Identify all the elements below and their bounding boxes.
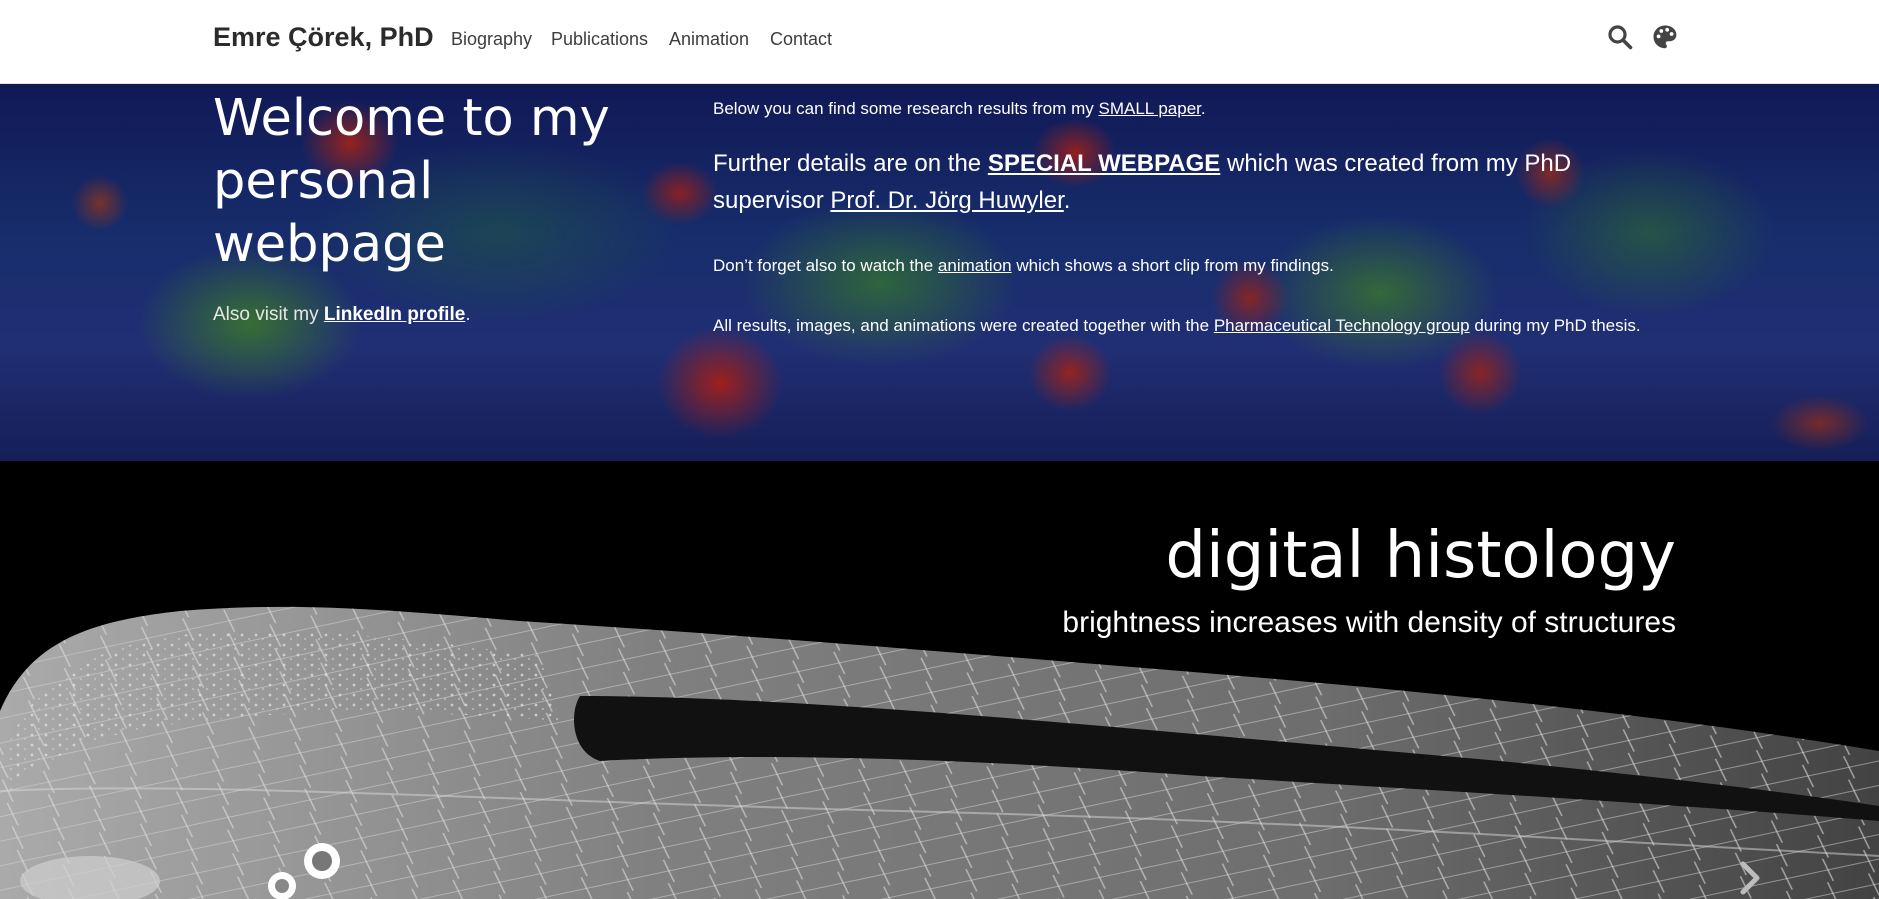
search-icon[interactable] <box>1607 24 1633 50</box>
brand-link[interactable]: Emre Çörek, PhD <box>213 22 434 53</box>
supervisor-link[interactable]: Prof. Dr. Jörg Huwyler <box>830 187 1063 214</box>
p1-prefix: Below you can find some research results… <box>713 99 1099 118</box>
hero-linkedin-prefix: Also visit my <box>213 304 324 325</box>
p4-prefix: All results, images, and animations were… <box>713 316 1214 335</box>
nav-link-animation[interactable]: Animation <box>669 29 749 50</box>
p1-suffix: . <box>1200 99 1206 118</box>
hero-paragraph-small-paper: Below you can find some research results… <box>713 99 1673 119</box>
hero-section: Welcome to my personal webpage Also visi… <box>0 83 1879 461</box>
palette-icon[interactable] <box>1652 24 1678 50</box>
nav-link-contact[interactable]: Contact <box>770 29 832 50</box>
nav-link-publications[interactable]: Publications <box>551 29 648 50</box>
hero-linkedin-line: Also visit my LinkedIn profile. <box>213 304 471 326</box>
hero-title: Welcome to my personal webpage <box>213 89 610 274</box>
p3-prefix: Don’t forget also to watch the <box>713 256 938 275</box>
hero-linkedin-suffix: . <box>465 304 471 325</box>
p3-suffix: which shows a short clip from my finding… <box>1011 256 1334 275</box>
group-link[interactable]: Pharmaceutical Technology group <box>1214 316 1470 335</box>
hero-paragraph-group: All results, images, and animations were… <box>713 316 1673 336</box>
slide-title: digital histology <box>1165 519 1676 593</box>
animation-link[interactable]: animation <box>938 256 1012 275</box>
special-webpage-link[interactable]: SPECIAL WEBPAGE <box>988 150 1220 177</box>
chevron-right-icon[interactable] <box>1735 858 1765 898</box>
hero-paragraph-animation: Don’t forget also to watch the animation… <box>713 256 1673 276</box>
hero-paragraph-special-webpage: Further details are on the SPECIAL WEBPA… <box>713 145 1673 219</box>
slide-subtitle: brightness increases with density of str… <box>1062 606 1676 639</box>
carousel: digital histology brightness increases w… <box>0 461 1879 899</box>
nav-link-biography[interactable]: Biography <box>451 29 532 50</box>
small-paper-link[interactable]: SMALL paper <box>1098 99 1200 118</box>
linkedin-link[interactable]: LinkedIn profile <box>324 304 465 325</box>
p2-suffix: . <box>1063 187 1071 214</box>
p4-suffix: during my PhD thesis. <box>1469 316 1641 335</box>
navbar: Emre Çörek, PhD Biography Publications A… <box>0 0 1879 84</box>
p2-prefix: Further details are on the <box>713 150 988 177</box>
